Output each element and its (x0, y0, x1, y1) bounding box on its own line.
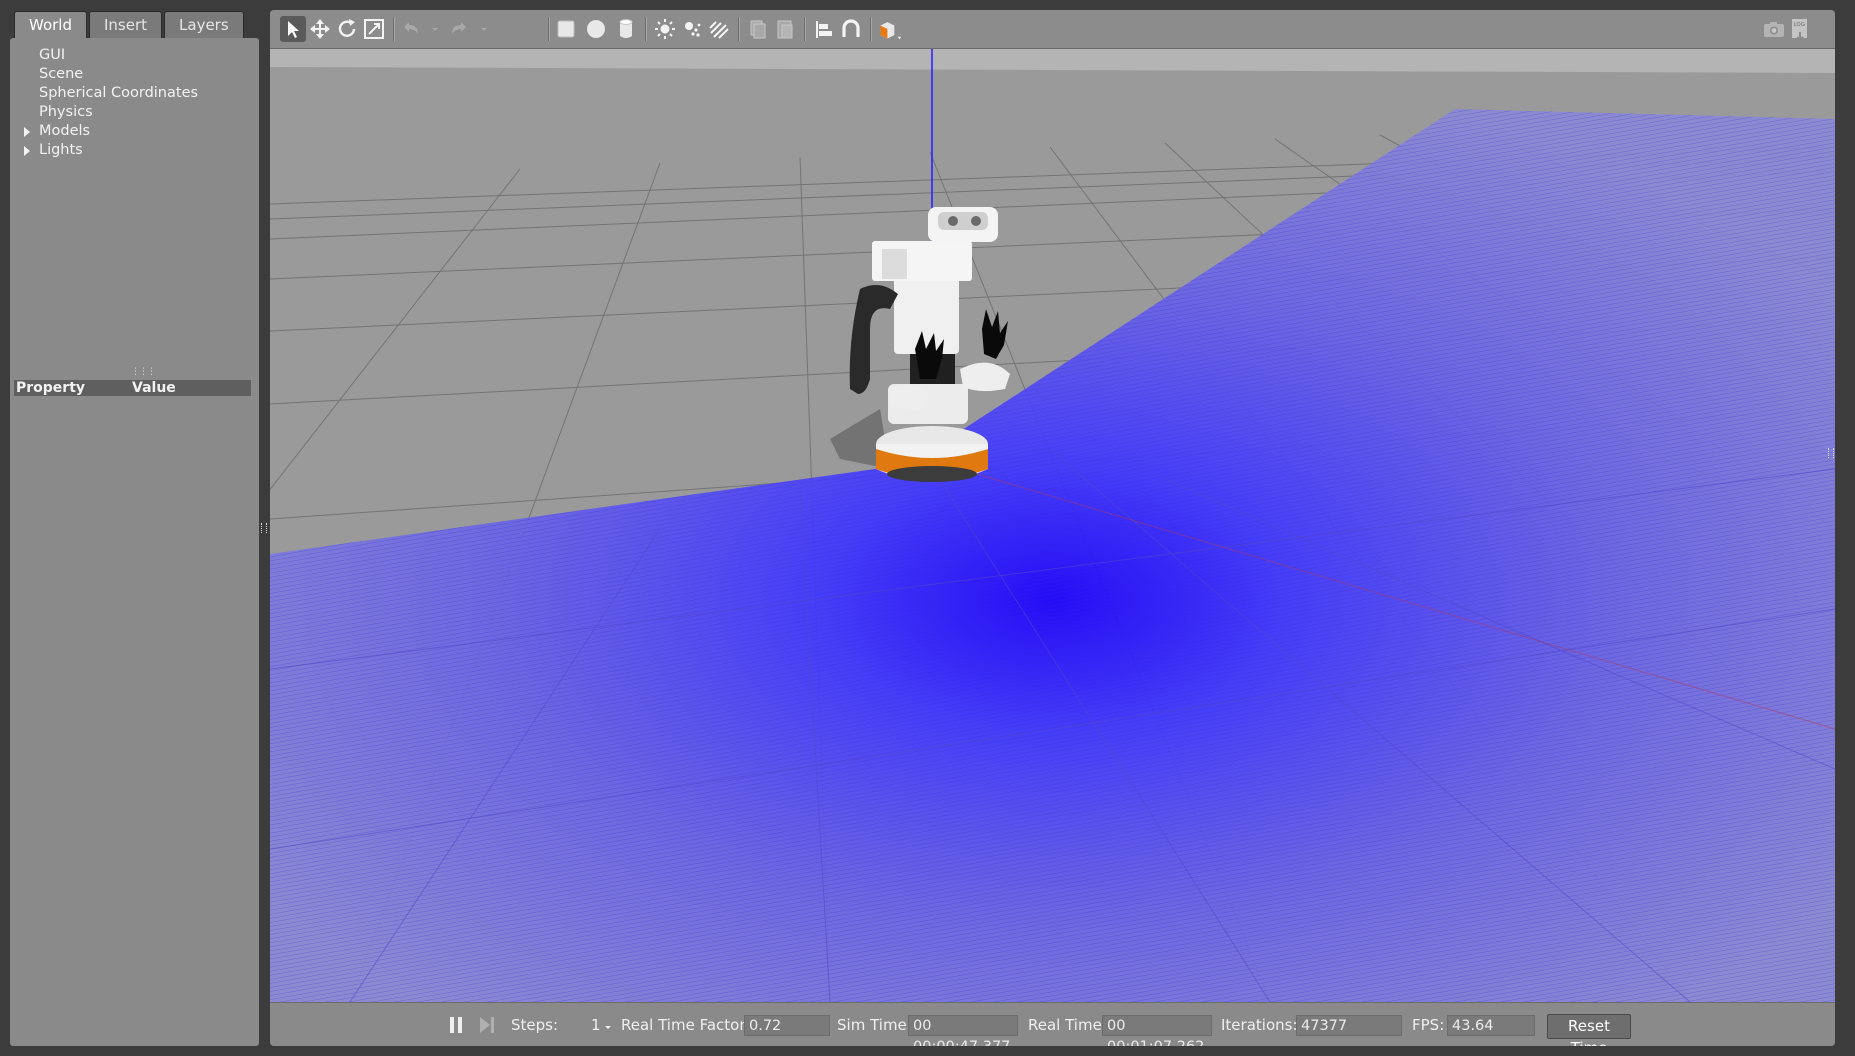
property-table-header: Property Value (14, 380, 251, 396)
tree-item-spherical-coordinates[interactable]: Spherical Coordinates (10, 84, 259, 103)
real-time-field: 00 00:01:07.262 (1102, 1015, 1212, 1046)
fps-label: FPS: (1412, 1016, 1445, 1034)
expand-arrow-icon[interactable] (24, 127, 30, 137)
sim-time-field: 00 00:00:47.377 (908, 1015, 1018, 1046)
world-tree: GUI Scene Spherical Coordinates Physics … (10, 46, 259, 160)
spot-light-button[interactable] (679, 16, 705, 42)
undo-history-dropdown[interactable] (422, 16, 438, 42)
select-mode-button[interactable] (280, 16, 306, 42)
left-panel-resize-handle[interactable] (261, 523, 267, 533)
toolbar-separator (804, 17, 806, 41)
toolbar-separator (738, 17, 740, 41)
reset-time-button[interactable]: Reset Time (1547, 1014, 1631, 1046)
paste-button[interactable] (772, 16, 798, 42)
undo-icon (404, 22, 418, 34)
dropdown-arrow-icon (432, 28, 438, 31)
fps-field: 43.64 (1447, 1015, 1535, 1036)
paste-icon (777, 20, 793, 39)
toolbar-separator (548, 17, 550, 41)
iterations-label: Iterations: (1221, 1016, 1298, 1034)
magnet-icon (842, 19, 860, 37)
rotate-icon (338, 19, 356, 37)
log-icon: LOG (1792, 19, 1807, 42)
scene-render (270, 49, 1835, 1002)
tree-item-label: Scene (39, 66, 84, 82)
value-column-header[interactable]: Value (132, 380, 176, 396)
steps-spinner-icon[interactable] (603, 1021, 613, 1031)
redo-button[interactable] (446, 16, 472, 42)
tree-item-label: Spherical Coordinates (39, 85, 199, 101)
left-tabs: World Insert Layers (14, 11, 246, 38)
tree-item-physics[interactable]: Physics (10, 103, 259, 122)
expand-arrow-icon[interactable] (24, 146, 30, 156)
scale-icon (364, 19, 384, 39)
tree-item-label: Lights (39, 142, 83, 158)
camera-icon (1764, 22, 1784, 37)
translate-mode-button[interactable] (307, 16, 333, 42)
iterations-field: 47377 (1296, 1015, 1402, 1036)
right-panel-resize-handle[interactable] (1828, 448, 1834, 458)
main-area: LOG Steps: 1 Real Time Factor: 0.72 Sim … (270, 10, 1835, 1046)
steps-label: Steps: (511, 1016, 559, 1034)
property-column-header[interactable]: Property (16, 380, 85, 396)
cylinder-icon (619, 19, 633, 38)
copy-icon (750, 20, 766, 39)
snap-button[interactable] (838, 16, 864, 42)
step-forward-icon (480, 1017, 494, 1033)
log-button[interactable]: LOG (1787, 16, 1813, 42)
splitter-grip-icon[interactable]: ⋮⋮⋮ (131, 368, 156, 377)
status-bar: Steps: 1 Real Time Factor: 0.72 Sim Time… (270, 1002, 1835, 1046)
align-icon (816, 21, 832, 38)
pause-icon (450, 1017, 462, 1033)
undo-button[interactable] (398, 16, 424, 42)
world-panel: GUI Scene Spherical Coordinates Physics … (10, 38, 259, 1046)
rotate-mode-button[interactable] (334, 16, 360, 42)
spotlight-icon (685, 22, 701, 37)
tab-insert[interactable]: Insert (89, 11, 163, 38)
scale-mode-button[interactable] (361, 16, 387, 42)
toolbar-separator (393, 17, 395, 41)
point-light-button[interactable] (652, 16, 678, 42)
step-button[interactable] (474, 1012, 500, 1038)
real-time-factor-label: Real Time Factor: (621, 1016, 751, 1034)
real-time-factor-field: 0.72 (744, 1015, 830, 1036)
sim-time-label: Sim Time: (837, 1016, 912, 1034)
redo-icon (452, 22, 466, 34)
tree-item-models[interactable]: Models (10, 122, 259, 141)
copy-button[interactable] (745, 16, 771, 42)
box-icon (557, 20, 575, 38)
tree-item-gui[interactable]: GUI (10, 46, 259, 65)
directional-light-button[interactable] (706, 16, 732, 42)
real-time-label: Real Time: (1028, 1016, 1107, 1034)
move-arrows-icon (310, 19, 330, 39)
left-panel: World Insert Layers GUI Scene Spherical … (0, 0, 270, 1056)
screenshot-button[interactable] (1761, 16, 1787, 42)
tab-layers[interactable]: Layers (164, 11, 244, 38)
toolbar-separator (645, 17, 647, 41)
view-cube-icon (880, 22, 902, 40)
view-angle-button[interactable] (877, 16, 907, 42)
tab-world[interactable]: World (14, 11, 87, 38)
redo-history-dropdown[interactable] (471, 16, 487, 42)
insert-box-button[interactable] (553, 16, 579, 42)
sun-icon (655, 19, 675, 39)
directional-light-icon (709, 21, 729, 39)
sphere-icon (587, 20, 605, 38)
steps-value[interactable]: 1 (591, 1003, 601, 1046)
svg-text:LOG: LOG (1794, 22, 1805, 28)
toolbar-separator (870, 17, 872, 41)
pause-button[interactable] (443, 1012, 469, 1038)
tree-item-scene[interactable]: Scene (10, 65, 259, 84)
tree-item-label: GUI (39, 47, 66, 63)
toolbar: LOG (270, 10, 1835, 49)
tree-item-lights[interactable]: Lights (10, 141, 259, 160)
dropdown-arrow-icon (481, 28, 487, 31)
3d-viewport[interactable] (270, 49, 1835, 1002)
insert-cylinder-button[interactable] (613, 16, 639, 42)
align-button[interactable] (811, 16, 837, 42)
tree-item-label: Physics (39, 104, 93, 120)
insert-sphere-button[interactable] (583, 16, 609, 42)
tree-item-label: Models (39, 123, 91, 139)
arrow-cursor-icon (288, 21, 299, 38)
